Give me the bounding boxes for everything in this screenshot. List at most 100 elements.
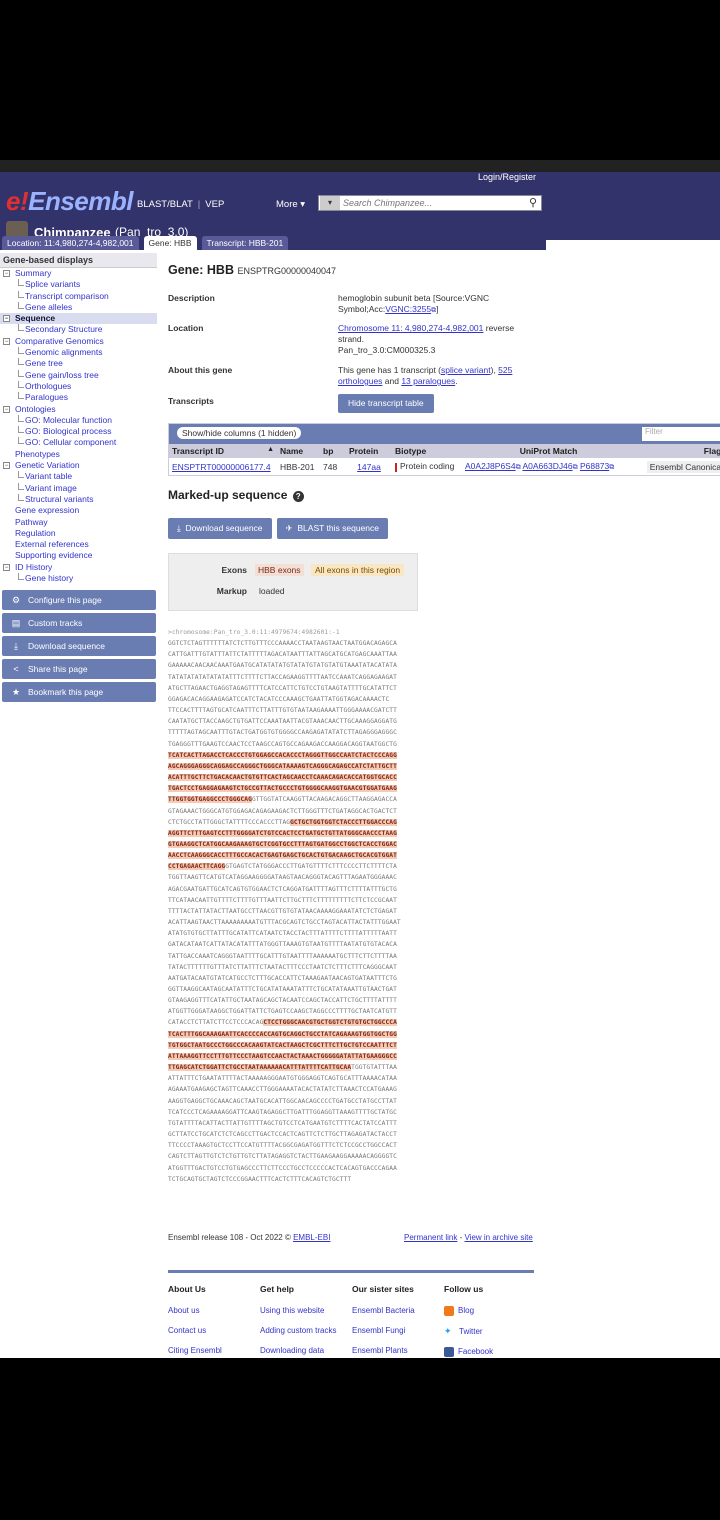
custom-tracks-button[interactable]: ▤ Custom tracks — [2, 613, 156, 634]
login-link[interactable]: Login/Register — [478, 172, 536, 182]
transcript-id-link[interactable]: ENSPTRT00000006177.4 — [172, 462, 271, 472]
external-link-icon: ⧉ — [609, 464, 615, 471]
sidebar-item-paralogues[interactable]: Paralogues — [0, 392, 157, 403]
tab-gene[interactable]: Gene: HBB — [143, 236, 197, 250]
sidebar-item-gene-expression[interactable]: Gene expression — [0, 505, 157, 516]
sidebar-item-sequence[interactable]: − Sequence — [0, 313, 157, 325]
footer-link[interactable]: Ensembl Fungi — [352, 1326, 444, 1335]
sidebar-item-external-references[interactable]: External references — [0, 539, 157, 550]
footer-link[interactable]: Ensembl Bacteria — [352, 1306, 444, 1315]
collapse-icon[interactable]: − — [3, 270, 10, 277]
collapse-icon[interactable]: − — [3, 462, 10, 470]
sidebar-item-gene-history[interactable]: Gene history — [0, 573, 157, 584]
sidebar-item-structural-variants[interactable]: Structural variants — [0, 493, 157, 505]
species-dropdown-icon[interactable]: ▾ — [320, 196, 340, 210]
share-this-page-button[interactable]: < Share this page — [2, 659, 156, 680]
hbb-exons-key: HBB exons — [255, 564, 304, 576]
sidebar-item-gene-gain-loss-tree[interactable]: Gene gain/loss tree — [0, 369, 157, 381]
transcript-bp: 748 — [320, 458, 346, 475]
table-filter-input[interactable]: Filter — [642, 427, 720, 441]
collapse-icon[interactable]: − — [3, 405, 10, 413]
orthologue-count-link[interactable]: 525 — [498, 365, 512, 375]
sidebar-item-comparative-genomics[interactable]: − Comparative Genomics — [0, 336, 157, 347]
col-name[interactable]: Name — [277, 444, 320, 458]
uniprot-link-1[interactable]: A0A2J8P6S4 — [465, 461, 516, 471]
bookmark-this-page-button[interactable]: ★ Bookmark this page — [2, 682, 156, 703]
hide-transcript-table-button[interactable]: Hide transcript table — [338, 394, 434, 413]
summary-location: Location Chromosome 11: 4,980,274-4,982,… — [168, 323, 720, 356]
footer-link[interactable]: Facebook — [444, 1347, 536, 1358]
tab-location[interactable]: Location: 11:4,980,274-4,982,001 — [2, 236, 139, 250]
archive-link[interactable]: View in archive site — [464, 1233, 532, 1242]
download-sequence-button[interactable]: ⤓ Download sequence — [2, 636, 156, 657]
footer-link[interactable]: Adding custom tracks — [260, 1326, 352, 1335]
permanent-link[interactable]: Permanent link — [404, 1233, 457, 1242]
blast-link[interactable]: BLAST/BLAT — [137, 199, 193, 210]
collapse-icon[interactable]: − — [3, 337, 10, 345]
splice-variant-link[interactable]: splice variant — [441, 365, 491, 375]
col-flags[interactable]: Flags — [635, 444, 720, 458]
sidebar-item-variant-image[interactable]: Variant image — [0, 482, 157, 494]
sidebar-item-phenotypes[interactable]: Phenotypes — [0, 449, 157, 460]
sidebar-item-pathway[interactable]: Pathway — [0, 517, 157, 528]
ensembl-logo[interactable]: e!Ensembl — [6, 186, 133, 217]
help-icon[interactable]: ? — [292, 491, 304, 502]
orthologues-link[interactable]: orthologues — [338, 376, 382, 386]
col-bp[interactable]: bp — [320, 444, 346, 458]
footer-link[interactable]: ✦ Twitter — [444, 1327, 536, 1336]
sidebar-item-go-biological-process[interactable]: GO: Biological process — [0, 426, 157, 437]
vgnc-link[interactable]: VGNC:3255 — [385, 304, 431, 314]
configure-this-page-button[interactable]: ⚙ Configure this page — [2, 590, 156, 611]
footer-link[interactable]: Using this website — [260, 1306, 352, 1315]
tab-transcript[interactable]: Transcript: HBB-201 — [201, 236, 289, 250]
sidebar-item-gene-alleles[interactable]: Gene alleles — [0, 301, 157, 313]
search-icon[interactable]: ⚲ — [525, 196, 541, 210]
footer-link[interactable]: Blog — [444, 1306, 536, 1316]
sidebar-item-transcript-comparison[interactable]: Transcript comparison — [0, 290, 157, 302]
col-uniprot[interactable]: UniProt Match — [462, 444, 635, 458]
col-transcript-id[interactable]: Transcript ID ▲ — [169, 444, 277, 458]
blast-sequence-button[interactable]: ✈ BLAST this sequence — [276, 518, 388, 539]
footer-link[interactable]: Ensembl Plants — [352, 1346, 444, 1355]
sidebar-item-label: GO: Cellular component — [25, 437, 117, 448]
more-menu[interactable]: More ▾ — [276, 199, 305, 210]
embl-ebi-link[interactable]: EMBL-EBI — [293, 1233, 330, 1242]
collapse-icon[interactable]: − — [3, 563, 10, 571]
sidebar-item-secondary-structure[interactable]: Secondary Structure — [0, 324, 157, 335]
sidebar-item-id-history[interactable]: − ID History — [0, 562, 157, 573]
footer-link[interactable]: Contact us — [168, 1326, 260, 1335]
footer-link[interactable]: About us — [168, 1306, 260, 1315]
paralogues-link[interactable]: 13 paralogues — [401, 376, 455, 386]
vep-link[interactable]: VEP — [205, 199, 224, 210]
sidebar-item-regulation[interactable]: Regulation — [0, 528, 157, 539]
search-input[interactable] — [340, 196, 525, 210]
sequence-line: TGACTCCTGAGGAGAAGTCTGCCGTTACTGCCCTGTGGGG… — [168, 783, 720, 794]
sidebar-item-go-cellular-component[interactable]: GO: Cellular component — [0, 437, 157, 448]
sidebar-item-gene-tree[interactable]: Gene tree — [0, 358, 157, 369]
sidebar-item-ontologies[interactable]: − Ontologies — [0, 404, 157, 415]
collapse-icon[interactable]: − — [3, 315, 10, 323]
protein-link[interactable]: 147aa — [357, 462, 381, 472]
intron-segment: TTTTTAGTAGCAATTTGTACTGATGGTGTGGGGCCAAGAG… — [168, 729, 397, 737]
download-sequence-button[interactable]: ⤓ Download sequence — [168, 518, 272, 539]
location-link[interactable]: Chromosome 11: 4,980,274-4,982,001 — [338, 323, 483, 333]
show-hide-columns-button[interactable]: Show/hide columns (1 hidden) — [177, 427, 302, 439]
sidebar-item-genetic-variation[interactable]: − Genetic Variation — [0, 460, 157, 471]
sidebar-item-variant-table[interactable]: Variant table — [0, 471, 157, 482]
sidebar-item-splice-variants[interactable]: Splice variants — [0, 279, 157, 290]
uniprot-link-2[interactable]: A0A663DJ46 — [522, 461, 572, 471]
footer-link[interactable]: Downloading data — [260, 1346, 352, 1355]
sidebar-item-summary[interactable]: − Summary — [0, 268, 157, 279]
footer-column-title: Follow us — [444, 1284, 484, 1294]
sidebar-item-orthologues[interactable]: Orthologues — [0, 380, 157, 392]
gene-stable-id: ENSPTRG00000040047 — [237, 266, 337, 276]
sidebar-item-go-molecular-function[interactable]: GO: Molecular function — [0, 414, 157, 426]
intron-segment: TCTGCAGTGCTAGTCTCCCGGAACTTTCACTCTTTCACAG… — [168, 1175, 352, 1183]
sidebar-item-supporting-evidence[interactable]: Supporting evidence — [0, 550, 157, 561]
col-biotype[interactable]: Biotype — [392, 444, 462, 458]
uniprot-link-3[interactable]: P68873 — [580, 461, 609, 471]
sidebar-item-genomic-alignments[interactable]: Genomic alignments — [0, 347, 157, 358]
sequence-line: ATATGTGTGCTTATTTGCATATTCATAATCTACCTACTTT… — [168, 928, 720, 939]
col-protein[interactable]: Protein — [346, 444, 392, 458]
footer-link[interactable]: Citing Ensembl — [168, 1346, 260, 1355]
